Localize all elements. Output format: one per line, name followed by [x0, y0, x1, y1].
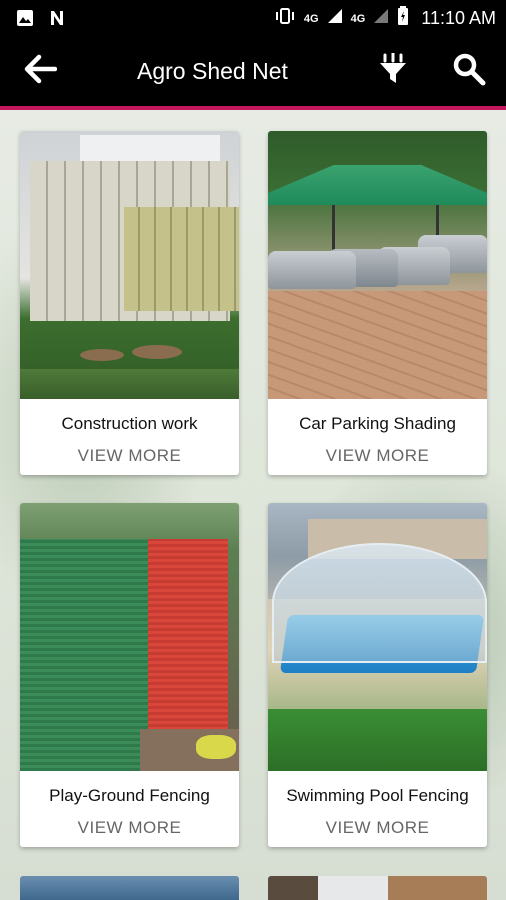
card-construction-work[interactable]: Construction work VIEW MORE [20, 131, 239, 475]
back-button[interactable] [20, 52, 60, 90]
view-more-button[interactable]: VIEW MORE [20, 445, 239, 467]
card-partial-left[interactable] [20, 876, 239, 900]
card-image [20, 131, 239, 399]
card-title: Car Parking Shading [299, 414, 456, 433]
clock: 11:10 AM [421, 8, 496, 28]
card-image [268, 131, 487, 399]
card-title: Construction work [61, 414, 198, 433]
vibrate-icon [274, 7, 296, 30]
status-bar: 4G 4G 11:10 AM [0, 0, 506, 36]
view-more-button[interactable]: VIEW MORE [268, 817, 487, 839]
card-title: Play-Ground Fencing [49, 786, 210, 805]
card-title: Swimming Pool Fencing [286, 786, 469, 805]
filter-icon [378, 51, 408, 90]
signal-4g-icon: 4G [303, 12, 319, 25]
battery-icon [397, 6, 409, 31]
view-more-button[interactable]: VIEW MORE [20, 817, 239, 839]
card-image [20, 503, 239, 771]
card-partial-right[interactable] [268, 876, 487, 900]
card-car-parking-shading[interactable]: Car Parking Shading VIEW MORE [268, 131, 487, 475]
card-image [268, 503, 487, 771]
view-more-button[interactable]: VIEW MORE [268, 445, 487, 467]
filter-button[interactable] [376, 51, 410, 90]
signal-icon-2 [373, 8, 389, 29]
signal-4g-icon-2: 4G [350, 12, 366, 25]
n-icon [48, 9, 66, 32]
search-button[interactable] [450, 52, 488, 90]
signal-icon [327, 8, 343, 29]
page-title: Agro Shed Net [137, 58, 288, 84]
card-play-ground-fencing[interactable]: Play-Ground Fencing VIEW MORE [20, 503, 239, 847]
search-icon [452, 52, 486, 91]
card-swimming-pool-fencing[interactable]: Swimming Pool Fencing VIEW MORE [268, 503, 487, 847]
image-icon [16, 9, 34, 32]
arrow-back-icon [23, 54, 58, 89]
